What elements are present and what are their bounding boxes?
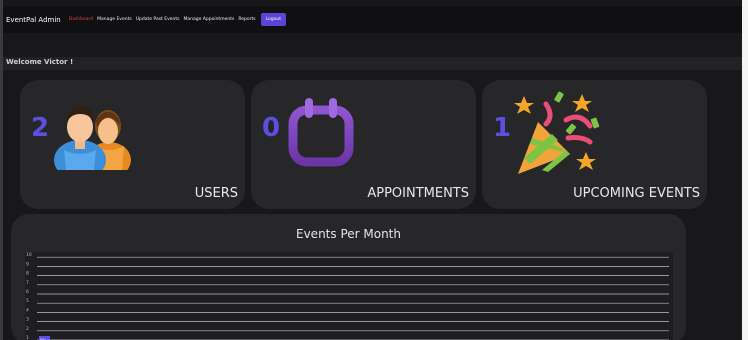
top-navbar: EventPal Admin Dashboard Manage Events U… bbox=[3, 6, 742, 33]
party-popper-icon bbox=[514, 91, 600, 174]
upcoming-events-count: 1 bbox=[493, 113, 512, 143]
nav-link-manage-events[interactable]: Manage Events bbox=[97, 17, 132, 22]
users-icon bbox=[54, 106, 131, 170]
stat-card-upcoming-events[interactable]: 1 UPCOMING EVENTS bbox=[482, 80, 707, 209]
events-chart: 12345678910May bbox=[26, 252, 669, 340]
users-count: 2 bbox=[31, 113, 50, 143]
nav-link-update-past-events[interactable]: Update Past Events bbox=[136, 17, 180, 22]
y-tick-label: 10 bbox=[26, 252, 32, 258]
y-tick-label: 7 bbox=[26, 280, 29, 286]
events-per-month-panel: Events Per Month 12345678910May bbox=[11, 214, 686, 340]
logout-button[interactable]: Logout bbox=[260, 13, 287, 26]
stat-card-users[interactable]: 2 USERS bbox=[20, 80, 245, 209]
y-tick-label: 8 bbox=[26, 271, 29, 277]
scrollbar-track[interactable] bbox=[742, 0, 748, 340]
welcome-bar: Welcome Victor ! bbox=[3, 57, 742, 70]
stat-card-appointments[interactable]: 0 APPOINTMENTS bbox=[251, 80, 476, 209]
brand-logo-text[interactable]: EventPal Admin bbox=[6, 16, 61, 24]
nav-link-manage-appointments[interactable]: Manage Appointments bbox=[183, 17, 234, 22]
appointments-label: APPOINTMENTS bbox=[367, 186, 469, 201]
calendar-icon bbox=[288, 98, 354, 167]
welcome-message: Welcome Victor ! bbox=[6, 58, 74, 66]
chart-title: Events Per Month bbox=[296, 227, 401, 241]
y-tick-label: 3 bbox=[26, 317, 29, 323]
y-tick-label: 1 bbox=[26, 335, 29, 340]
nav-link-reports[interactable]: Reports bbox=[238, 17, 255, 22]
appointments-count: 0 bbox=[262, 113, 281, 143]
header-spacer bbox=[3, 33, 742, 57]
users-label: USERS bbox=[194, 186, 238, 201]
chart-area: 12345678910May bbox=[25, 252, 673, 340]
nav-link-dashboard[interactable]: Dashboard bbox=[69, 17, 93, 22]
y-tick-label: 6 bbox=[26, 289, 29, 295]
y-tick-label: 2 bbox=[26, 326, 29, 332]
y-tick-label: 5 bbox=[26, 298, 29, 304]
upcoming-events-label: UPCOMING EVENTS bbox=[573, 186, 700, 201]
y-tick-label: 9 bbox=[26, 261, 29, 267]
y-tick-label: 4 bbox=[26, 307, 29, 313]
